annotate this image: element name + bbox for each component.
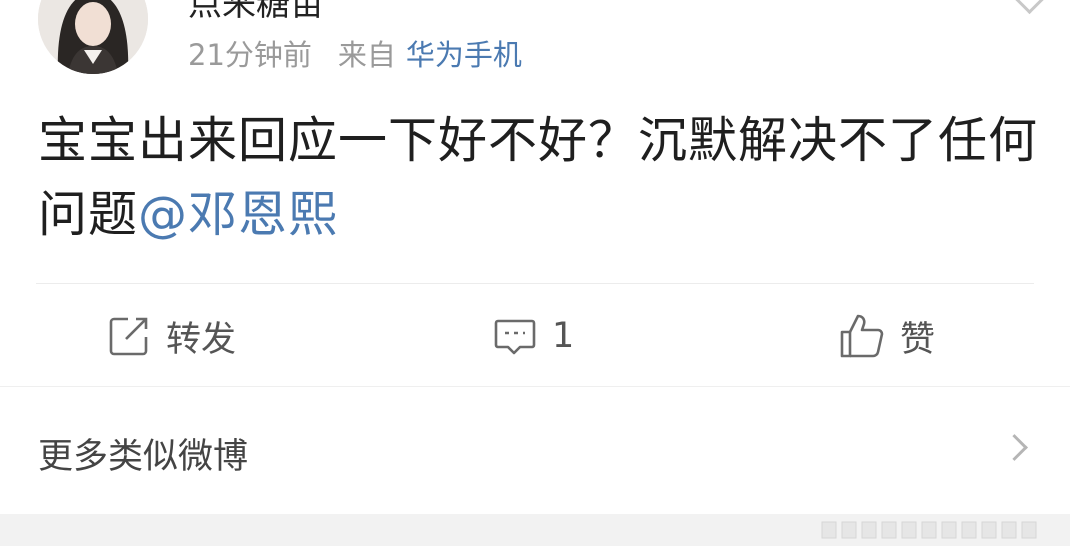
comment-button[interactable]: 1 bbox=[492, 286, 574, 386]
avatar[interactable] bbox=[38, 0, 148, 74]
divider bbox=[36, 283, 1034, 284]
post-source[interactable]: 华为手机 bbox=[406, 38, 522, 72]
chevron-down-icon[interactable] bbox=[1011, 0, 1048, 15]
more-similar-row[interactable]: 更多类似微博 bbox=[0, 388, 1070, 514]
watermark-mark bbox=[821, 521, 1037, 539]
thumbs-up-icon bbox=[838, 312, 886, 360]
chevron-right-icon bbox=[1001, 434, 1028, 461]
like-button[interactable]: 赞 bbox=[838, 286, 935, 386]
like-label: 赞 bbox=[900, 319, 936, 360]
post-meta: 21分钟前 来自 华为手机 bbox=[188, 32, 522, 74]
mention-link[interactable]: @邓恩熙 bbox=[138, 186, 338, 243]
more-similar-label: 更多类似微博 bbox=[38, 437, 249, 477]
action-bar: 转发 1 赞 bbox=[0, 286, 1070, 386]
repost-button[interactable]: 转发 bbox=[106, 286, 236, 386]
post-content: 宝宝出来回应一下好不好？沉默解决不了任何问题@邓恩熙 bbox=[38, 104, 1038, 252]
section-divider bbox=[0, 386, 1070, 387]
comment-count: 1 bbox=[552, 316, 575, 356]
avatar-image bbox=[38, 0, 148, 74]
from-label: 来自 bbox=[337, 38, 396, 72]
repost-label: 转发 bbox=[166, 319, 237, 360]
post-header: 点来糖苗 21分钟前 来自 华为手机 bbox=[0, 0, 1070, 90]
comment-icon bbox=[492, 313, 538, 359]
username[interactable]: 点来糖苗 bbox=[188, 0, 324, 25]
share-icon bbox=[106, 313, 152, 359]
post-time: 21分钟前 bbox=[188, 38, 312, 72]
